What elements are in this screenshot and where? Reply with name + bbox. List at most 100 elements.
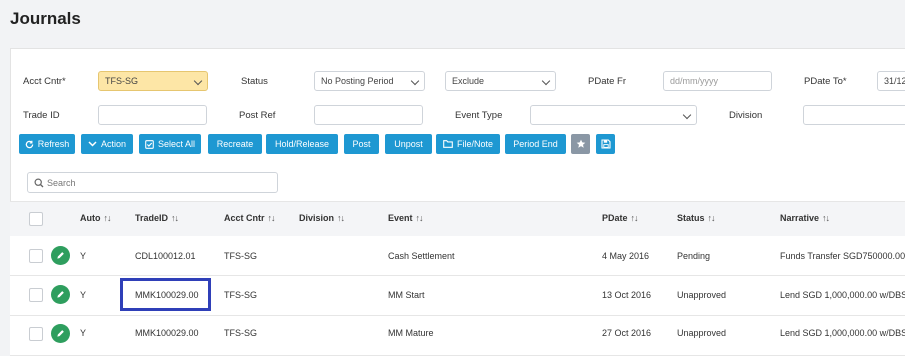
acct-cntr-select[interactable]: TFS-SG xyxy=(98,71,208,91)
sort-icon: ↑↓ xyxy=(707,213,716,223)
cell-status: Unapproved xyxy=(677,290,727,300)
hold-release-label: Hold/Release xyxy=(274,139,330,149)
cell-event: MM Mature xyxy=(388,328,434,338)
cell-pdate: 13 Oct 2016 xyxy=(602,290,652,300)
sort-icon: ↑↓ xyxy=(337,213,345,223)
cell-acct-cntr: TFS-SG xyxy=(224,290,257,300)
edit-button[interactable] xyxy=(51,246,70,265)
cell-narrative: Lend SGD 1,000,000.00 w/DBS-S xyxy=(780,290,905,300)
pdate-to-value: 31/12 xyxy=(884,76,905,86)
refresh-label: Refresh xyxy=(37,139,70,149)
cell-status: Unapproved xyxy=(677,328,727,338)
chevron-down-icon xyxy=(682,110,692,120)
cell-pdate: 27 Oct 2016 xyxy=(602,328,652,338)
column-header-status[interactable]: Status ↑↓ xyxy=(677,213,716,223)
post-button[interactable]: Post xyxy=(344,134,379,154)
cell-event: MM Start xyxy=(388,290,425,300)
column-header-acct-cntr[interactable]: Acct Cntr ↑↓ xyxy=(224,213,276,223)
search-placeholder: Search xyxy=(47,178,76,188)
trade-id-highlight-box xyxy=(120,278,211,311)
row-checkbox[interactable] xyxy=(29,249,43,263)
post-ref-input[interactable] xyxy=(314,105,423,125)
pdate-to-input[interactable]: 31/12 xyxy=(877,71,905,91)
cell-pdate: 4 May 2016 xyxy=(602,251,650,261)
select-all-checkbox[interactable] xyxy=(29,212,43,226)
column-header-event-label: Event xyxy=(388,213,413,223)
recreate-label: Recreate xyxy=(216,139,254,149)
search-input[interactable]: Search xyxy=(27,172,278,193)
cell-status: Pending xyxy=(677,251,711,261)
status-label: Status xyxy=(241,76,268,87)
column-header-event[interactable]: Event ↑↓ xyxy=(388,213,424,223)
cell-auto: Y xyxy=(80,251,87,261)
cell-acct-cntr: TFS-SG xyxy=(224,251,257,261)
sort-icon: ↑↓ xyxy=(171,213,179,223)
post-ref-label: Post Ref xyxy=(239,110,276,121)
trade-id-label: Trade ID xyxy=(23,110,60,121)
exclude-value: Exclude xyxy=(452,76,485,86)
event-type-select[interactable] xyxy=(530,105,697,125)
period-end-label: Period End xyxy=(513,139,558,149)
column-header-division-label: Division xyxy=(299,213,335,223)
column-header-narrative-label: Narrative xyxy=(780,213,820,223)
row-checkbox[interactable] xyxy=(29,288,43,302)
unpost-label: Unpost xyxy=(394,139,423,149)
action-button[interactable]: Action xyxy=(81,134,133,154)
select-all-button[interactable]: Select All xyxy=(139,134,201,154)
sort-icon: ↑↓ xyxy=(415,213,424,223)
edit-button[interactable] xyxy=(51,324,70,343)
cell-trade-id: MMK100029.00 xyxy=(135,328,199,338)
column-header-narrative[interactable]: Narrative ↑↓ xyxy=(780,213,830,223)
cell-acct-cntr: TFS-SG xyxy=(224,328,257,338)
refresh-button[interactable]: Refresh xyxy=(19,134,75,154)
division-label: Division xyxy=(729,110,763,121)
exclude-select[interactable]: Exclude xyxy=(445,71,556,91)
column-header-pdate[interactable]: PDate ↑↓ xyxy=(602,213,639,223)
sort-icon: ↑↓ xyxy=(267,213,276,223)
favorite-button[interactable] xyxy=(571,134,590,154)
status-select[interactable]: No Posting Period xyxy=(314,71,425,91)
row-checkbox[interactable] xyxy=(29,327,43,341)
status-value: No Posting Period xyxy=(321,76,394,86)
sort-icon: ↑↓ xyxy=(103,213,112,223)
acct-cntr-value: TFS-SG xyxy=(105,76,138,86)
column-header-pdate-label: PDate xyxy=(602,213,628,223)
select-all-label: Select All xyxy=(157,139,196,149)
division-input[interactable] xyxy=(803,105,905,125)
cell-auto: Y xyxy=(80,290,87,300)
chevron-down-icon xyxy=(541,76,551,86)
column-header-acct-cntr-label: Acct Cntr xyxy=(224,213,265,223)
chevron-down-icon xyxy=(88,141,97,147)
save-button[interactable] xyxy=(596,134,615,154)
column-header-trade-id-label: TradeID xyxy=(135,213,169,223)
pencil-icon xyxy=(57,252,64,259)
checkbox-icon xyxy=(145,139,154,149)
column-header-auto[interactable]: Auto ↑↓ xyxy=(80,213,112,223)
pdate-fr-placeholder: dd/mm/yyyy xyxy=(670,76,719,86)
event-type-label: Event Type xyxy=(455,110,503,121)
column-header-trade-id[interactable]: TradeID ↑↓ xyxy=(135,213,179,223)
action-label: Action xyxy=(100,139,126,149)
star-icon xyxy=(576,139,585,148)
chevron-down-icon xyxy=(193,76,203,86)
search-icon xyxy=(34,178,44,188)
cell-event: Cash Settlement xyxy=(388,251,455,261)
pdate-to-label: PDate To* xyxy=(804,76,847,87)
pencil-icon xyxy=(57,330,64,337)
pencil-icon xyxy=(57,291,64,298)
refresh-icon xyxy=(25,140,34,148)
trade-id-input[interactable] xyxy=(98,105,207,125)
column-header-division[interactable]: Division ↑↓ xyxy=(299,213,345,223)
folder-icon xyxy=(443,140,453,148)
recreate-button[interactable]: Recreate xyxy=(208,134,262,154)
sort-icon: ↑↓ xyxy=(630,213,639,223)
column-header-auto-label: Auto xyxy=(80,213,101,223)
unpost-button[interactable]: Unpost xyxy=(385,134,432,154)
sort-icon: ↑↓ xyxy=(822,213,830,223)
pdate-fr-label: PDate Fr xyxy=(588,76,627,87)
edit-button[interactable] xyxy=(51,285,70,304)
pdate-fr-input[interactable]: dd/mm/yyyy xyxy=(663,71,772,91)
period-end-button[interactable]: Period End xyxy=(505,134,566,154)
hold-release-button[interactable]: Hold/Release xyxy=(266,134,338,154)
file-note-button[interactable]: File/Note xyxy=(436,134,500,154)
